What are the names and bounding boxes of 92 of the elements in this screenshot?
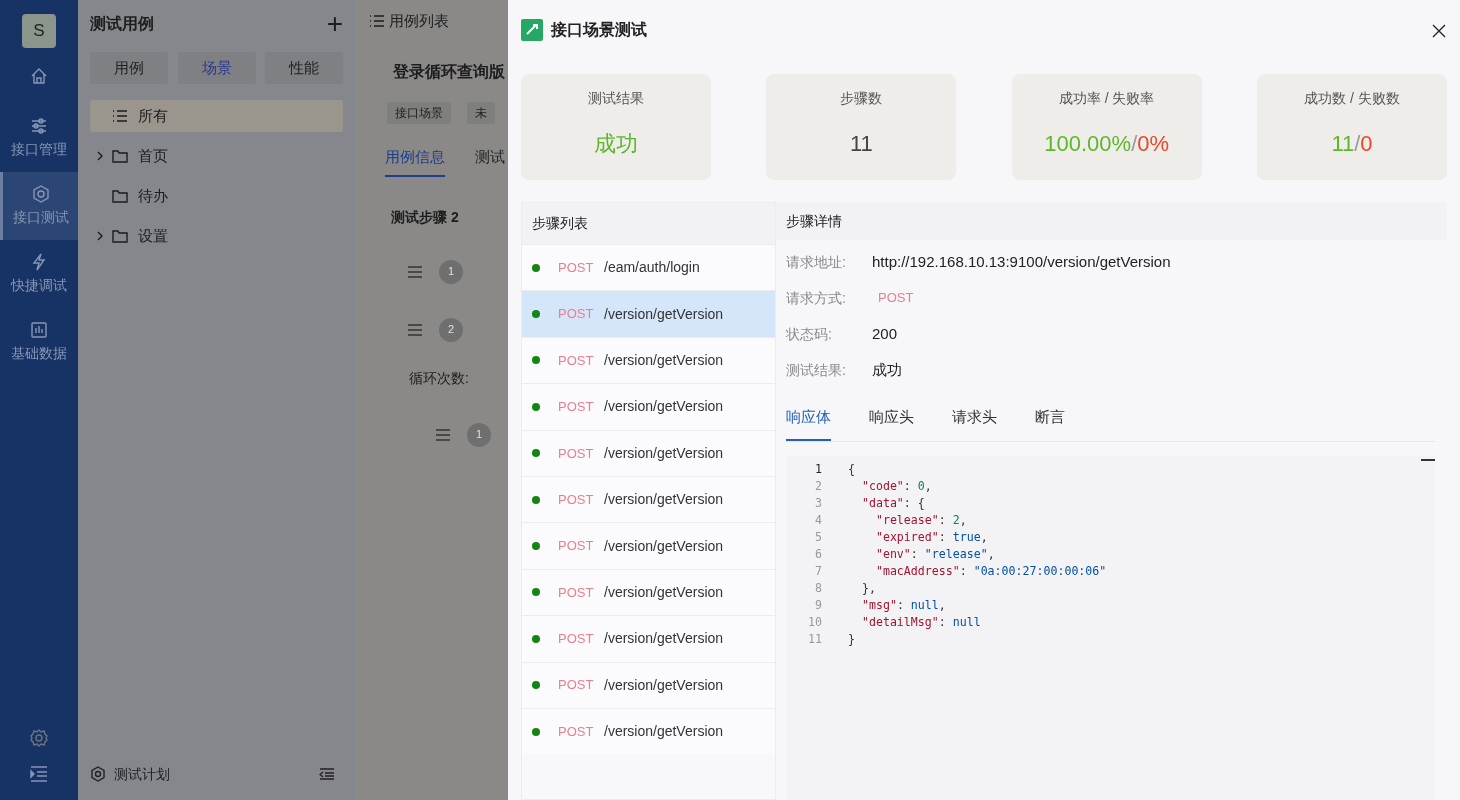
tag: 接口场景 bbox=[387, 102, 451, 124]
line-number: 3 bbox=[814, 495, 822, 513]
home-icon bbox=[29, 66, 49, 86]
line-number: 5 bbox=[814, 529, 822, 547]
list-header: 步骤列表 bbox=[522, 203, 775, 244]
tab[interactable]: 性能 bbox=[265, 52, 343, 84]
line-number: 2 bbox=[814, 478, 822, 496]
avatar[interactable]: S bbox=[22, 14, 56, 48]
plan-link[interactable]: 测试计划 bbox=[90, 763, 170, 785]
hexagon-icon bbox=[30, 184, 51, 204]
folder-icon bbox=[112, 229, 128, 243]
step-number: 1 bbox=[439, 259, 463, 284]
field-value: POST bbox=[878, 289, 914, 308]
step-number: 1 bbox=[467, 422, 491, 447]
chevron-icon bbox=[96, 151, 104, 161]
nav-item[interactable]: 接口管理 bbox=[0, 104, 78, 172]
stat-value: 100.00%/0% bbox=[1044, 130, 1170, 158]
line-number: 6 bbox=[814, 546, 822, 564]
code-line: "expired": true, bbox=[874, 529, 988, 547]
indent-icon bbox=[29, 764, 49, 784]
list-icon bbox=[112, 109, 128, 123]
line-number: 9 bbox=[814, 597, 822, 615]
tree-item[interactable]: 设置 bbox=[90, 220, 343, 252]
code-line: "release": 2, bbox=[874, 512, 967, 530]
sliders-icon bbox=[29, 116, 49, 136]
code-line: "msg": null, bbox=[860, 597, 946, 615]
code-line: "macAddress": "0a:00:27:00:00:06" bbox=[874, 563, 1107, 581]
code-line: }, bbox=[860, 580, 876, 598]
nav-item[interactable]: 接口测试 bbox=[0, 172, 78, 240]
step-item[interactable]: POST /version/getVersion bbox=[522, 290, 775, 337]
tab[interactable]: 请求头 bbox=[952, 406, 997, 441]
code-line: "code": 0, bbox=[860, 478, 932, 496]
line-number: 1 bbox=[814, 461, 822, 479]
chevron-icon bbox=[96, 231, 104, 241]
tree-item[interactable]: 首页 bbox=[90, 140, 343, 172]
code-line: "env": "release", bbox=[874, 546, 995, 564]
collapse-icon bbox=[319, 767, 335, 781]
line-number: 8 bbox=[814, 580, 822, 598]
line-number: 11 bbox=[807, 631, 822, 649]
hexagon-icon bbox=[90, 766, 106, 782]
field-value: 成功 bbox=[872, 359, 902, 380]
line-number: 4 bbox=[814, 512, 822, 530]
step-number: 2 bbox=[439, 317, 463, 342]
stat-label: 测试结果 bbox=[588, 89, 644, 108]
stat-value: 11/0 bbox=[1331, 130, 1373, 158]
field-label: 请求方式: bbox=[786, 288, 847, 308]
nav-item[interactable]: 基础数据 bbox=[0, 308, 78, 376]
field-label: 测试结果: bbox=[786, 360, 847, 380]
folder-icon bbox=[112, 149, 128, 163]
tree-item[interactable]: 待办 bbox=[90, 180, 343, 212]
folder-icon bbox=[112, 189, 128, 203]
field-value: http://192.168.10.13:9100/version/getVersion bbox=[872, 251, 1171, 272]
field-value: 200 bbox=[872, 323, 898, 344]
line-number: 10 bbox=[807, 614, 822, 632]
tree-item[interactable]: 所有 bbox=[90, 100, 343, 132]
list-icon bbox=[369, 14, 385, 28]
minus-icon bbox=[1421, 457, 1435, 462]
chart-icon bbox=[29, 320, 49, 340]
tab[interactable]: 响应头 bbox=[869, 406, 914, 441]
code-line: "data": { bbox=[860, 495, 925, 513]
stat-value: 11 bbox=[849, 130, 873, 158]
field-label: 状态码: bbox=[786, 324, 833, 344]
case-title: 登录循环查询版 bbox=[393, 62, 506, 82]
code-line: } bbox=[848, 631, 855, 649]
tag: 未 bbox=[467, 102, 495, 124]
drag-icon bbox=[435, 428, 451, 441]
breadcrumb[interactable]: 用例列表 bbox=[389, 9, 449, 33]
close-icon bbox=[1431, 22, 1447, 39]
tab[interactable]: 用例信息 bbox=[385, 146, 445, 177]
tab[interactable]: 测试 bbox=[475, 146, 505, 177]
stat-label: 成功率 / 失败率 bbox=[1058, 89, 1155, 108]
stat-label: 步骤数 bbox=[840, 89, 883, 108]
logo-icon bbox=[521, 19, 543, 41]
drag-icon bbox=[407, 323, 423, 336]
stat-value: 成功 bbox=[594, 130, 638, 158]
field-label: 循环次数: bbox=[409, 368, 470, 388]
stat-label: 成功数 / 失败数 bbox=[1304, 89, 1400, 108]
tab[interactable]: 响应体 bbox=[786, 406, 831, 441]
detail-header: 步骤详情 bbox=[776, 202, 1447, 240]
tab[interactable]: 用例 bbox=[90, 52, 168, 84]
drag-icon bbox=[407, 265, 423, 278]
settings-icon bbox=[29, 728, 49, 748]
line-number: 7 bbox=[814, 563, 822, 581]
drawer-title: 接口场景测试 bbox=[551, 20, 647, 40]
code-line: "detailMsg": null bbox=[860, 614, 981, 632]
panel-title: 测试用例 bbox=[90, 14, 154, 34]
field-label: 请求地址: bbox=[786, 252, 847, 272]
code-line: { bbox=[848, 461, 855, 479]
tab[interactable]: 断言 bbox=[1035, 406, 1065, 441]
nav-item[interactable]: 快捷调试 bbox=[0, 240, 78, 308]
section-title: 测试步骤 2 bbox=[391, 207, 460, 227]
add-button[interactable]: + bbox=[326, 10, 343, 38]
